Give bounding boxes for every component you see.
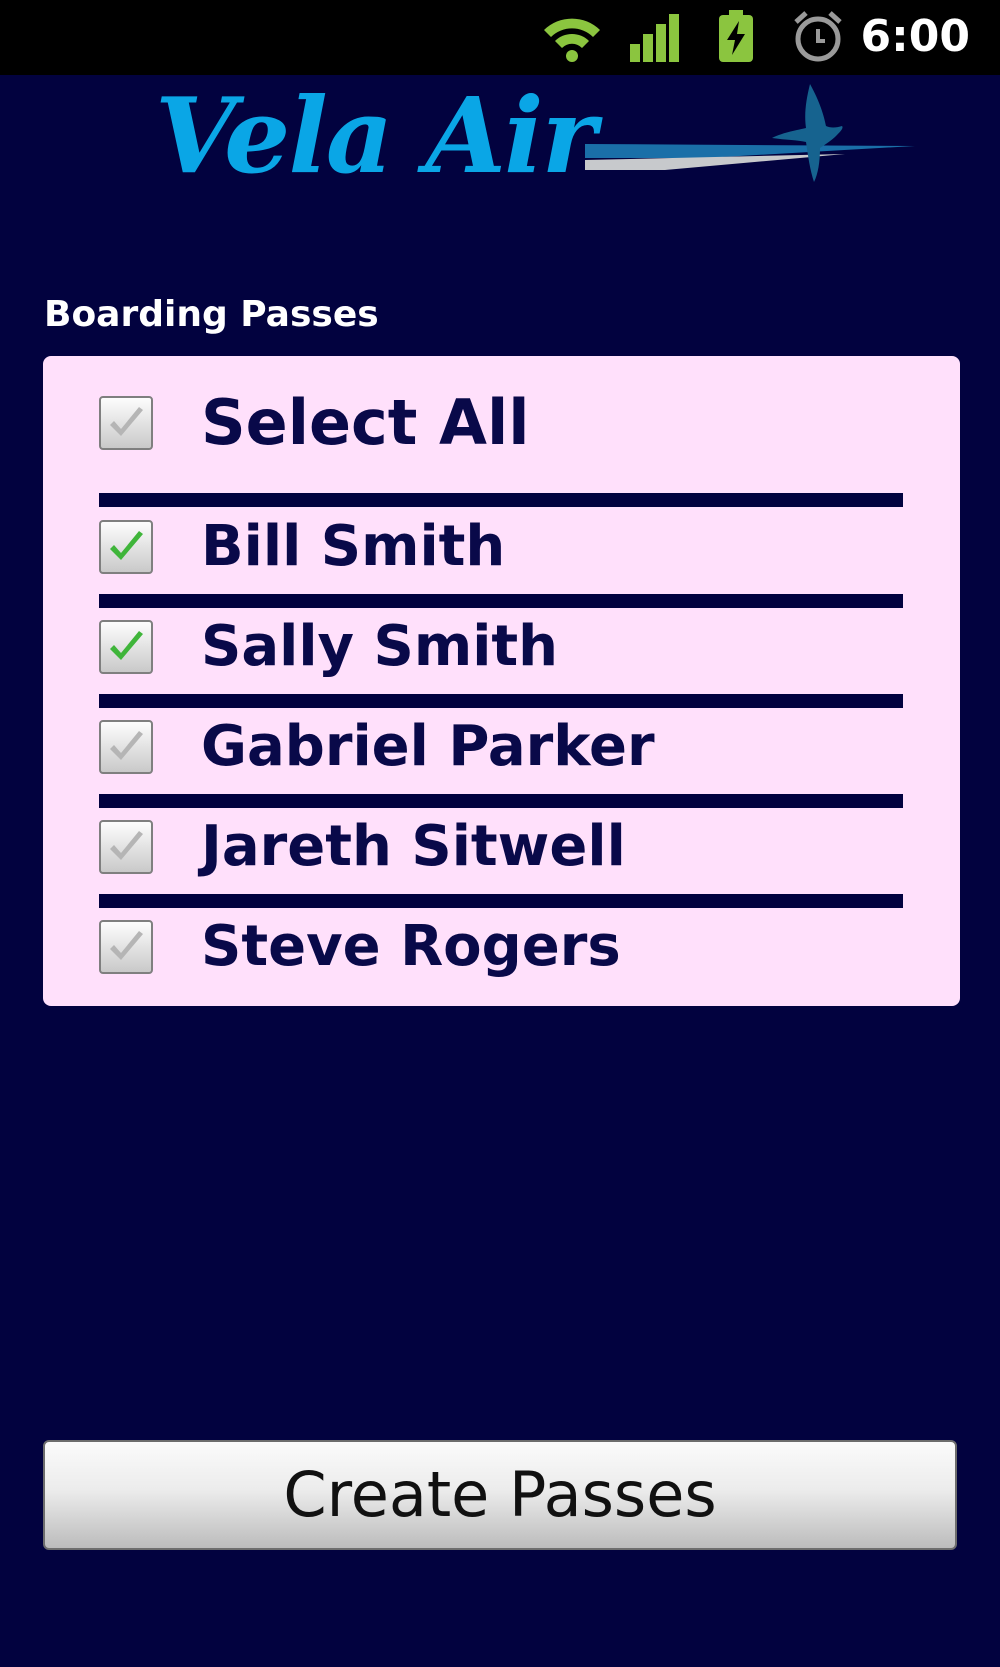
passenger-checkbox-steve-rogers[interactable] (99, 920, 153, 974)
passenger-row-gabriel-parker[interactable]: Gabriel Parker (43, 702, 960, 792)
logo-text: Vela Air (155, 74, 596, 197)
checkmark-icon (110, 731, 143, 760)
checkmark-icon (110, 831, 143, 860)
passenger-checkbox-jareth-sitwell[interactable] (99, 820, 153, 874)
passenger-name: Sally Smith (201, 614, 559, 679)
passenger-row-jareth-sitwell[interactable]: Jareth Sitwell (43, 802, 960, 892)
checkmark-icon (110, 631, 143, 660)
boarding-passes-panel: Select All Bill Smith Sally Smith Gabrie… (43, 356, 960, 1006)
passenger-checkbox-sally-smith[interactable] (99, 620, 153, 674)
passenger-row-bill-smith[interactable]: Bill Smith (43, 502, 960, 592)
passenger-name: Steve Rogers (201, 914, 621, 979)
checkmark-icon (110, 931, 143, 960)
select-all-row[interactable]: Select All (43, 378, 960, 468)
select-all-label: Select All (201, 386, 530, 459)
alarm-icon (794, 11, 842, 62)
clock: 6:00 (860, 11, 970, 62)
checkmark-icon (110, 531, 143, 560)
bird-icon (772, 84, 843, 182)
wifi-icon (544, 18, 600, 62)
section-title: Boarding Passes (44, 294, 379, 335)
passenger-name: Gabriel Parker (201, 714, 655, 779)
passenger-name: Bill Smith (201, 514, 506, 579)
passenger-checkbox-gabriel-parker[interactable] (99, 720, 153, 774)
checkmark-icon (110, 407, 143, 436)
battery-charging-icon (719, 10, 753, 62)
passenger-row-sally-smith[interactable]: Sally Smith (43, 602, 960, 692)
logo-swoosh (585, 144, 915, 170)
select-all-checkbox[interactable] (99, 396, 153, 450)
passenger-name: Jareth Sitwell (201, 814, 626, 879)
passenger-row-steve-rogers[interactable]: Steve Rogers (43, 902, 960, 992)
signal-icon (630, 14, 679, 62)
brand-logo: Vela Air (155, 74, 915, 197)
passenger-checkbox-bill-smith[interactable] (99, 520, 153, 574)
create-passes-button[interactable]: Create Passes (43, 1440, 957, 1550)
status-bar: 6:00 (0, 0, 1000, 75)
